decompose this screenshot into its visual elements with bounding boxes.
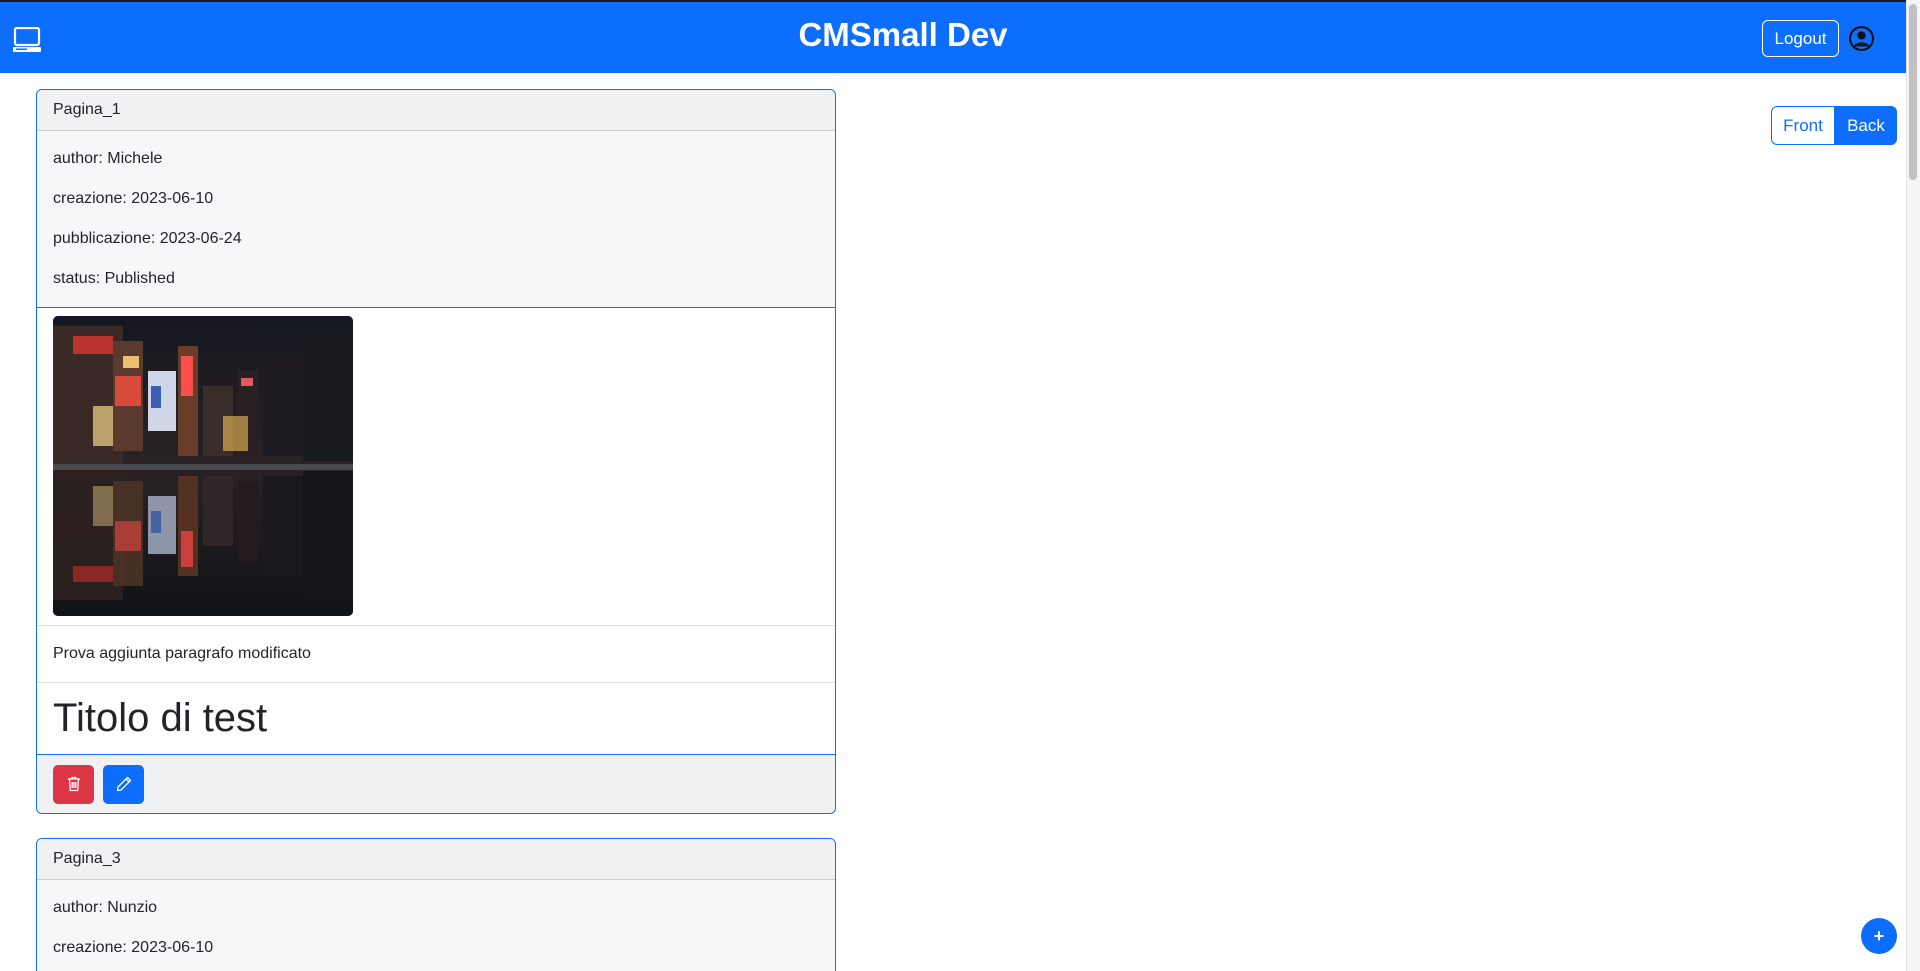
paragraph-block: Prova aggiunta paragrafo modificato — [37, 626, 835, 683]
page-published-date: pubblicazione: 2023-06-24 — [53, 230, 242, 247]
street-photo — [53, 316, 353, 616]
view-toggle: Front Back — [1771, 106, 1897, 145]
user-circle-icon[interactable] — [1849, 26, 1874, 51]
back-button[interactable]: Back — [1835, 106, 1897, 145]
page-title: Pagina_3 — [37, 839, 835, 880]
add-page-button[interactable]: + — [1861, 918, 1897, 954]
page-author: author: Michele — [53, 150, 163, 167]
pencil-icon — [116, 776, 131, 792]
page-created-date: creazione: 2023-06-10 — [53, 939, 214, 956]
trash-icon — [67, 776, 80, 792]
app-title: CMSmall Dev — [798, 16, 1008, 53]
page-card: Pagina_3 author: Nunzio creazione: 2023-… — [36, 838, 836, 971]
page-status: status: Published — [53, 270, 175, 287]
page-meta: author: Nunzio creazione: 2023-06-10 — [37, 880, 835, 971]
logout-button[interactable]: Logout — [1762, 20, 1839, 57]
image-block — [37, 308, 835, 626]
edit-button[interactable] — [103, 764, 144, 804]
delete-button[interactable] — [53, 764, 94, 804]
front-button[interactable]: Front — [1771, 106, 1835, 145]
page-author: author: Nunzio — [53, 899, 158, 916]
page-meta: author: Michele creazione: 2023-06-10 pu… — [37, 131, 835, 308]
scrollbar-thumb[interactable] — [1909, 4, 1917, 180]
heading-block: Titolo di test — [37, 683, 835, 755]
navbar: CMSmall Dev Logout — [0, 0, 1906, 73]
page-created-date: creazione: 2023-06-10 — [53, 190, 214, 207]
page-card: Pagina_1 author: Michele creazione: 2023… — [36, 89, 836, 814]
card-footer — [37, 755, 835, 813]
page-title: Pagina_1 — [37, 90, 835, 131]
